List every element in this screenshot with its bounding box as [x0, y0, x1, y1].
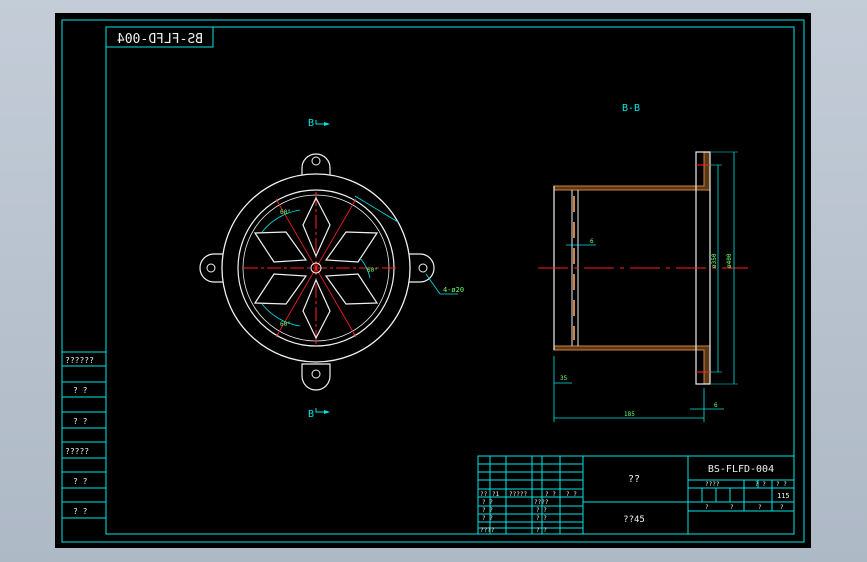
tb-cell: ? ?: [482, 507, 493, 514]
side-table-label: ? ?: [73, 477, 88, 486]
tb-cell: ?1: [492, 491, 500, 498]
section-title: B-B: [622, 103, 640, 114]
title-right-bottom: ?: [730, 504, 734, 511]
side-table-label: ??????: [65, 356, 94, 365]
tb-cell: ? ?: [566, 491, 577, 498]
title-material: ??45: [623, 515, 645, 525]
dim-dia-1: ø350: [711, 253, 718, 268]
drawing-canvas[interactable]: BS-FLFD-004 ?????? ? ? ? ? ????? ? ? ? ?: [0, 0, 867, 562]
side-table-label: ?????: [65, 447, 89, 456]
section-marker-top: B: [308, 118, 314, 129]
tb-cell: ? ?: [536, 527, 547, 534]
tb-cell: ? ?: [536, 507, 547, 514]
angle-label: 60°: [280, 321, 291, 328]
dim-left-bottom: 35: [560, 375, 568, 382]
tb-cell: ?????: [509, 491, 527, 498]
side-table-label: ? ?: [73, 417, 88, 426]
mirrored-code-text: BS-FLFD-004: [117, 32, 203, 47]
title-scale: 115: [777, 492, 790, 500]
dim-right: 6: [714, 402, 718, 409]
dim-dia-2: ø400: [726, 253, 733, 268]
cad-viewport[interactable]: BS-FLFD-004 ?????? ? ? ? ? ????? ? ? ? ?: [0, 0, 867, 562]
hole-note: 4-ø20: [443, 286, 464, 294]
title-right-bottom: ?: [780, 504, 784, 511]
title-right-bottom: ?: [758, 504, 762, 511]
title-drawing-code: BS-FLFD-004: [708, 464, 774, 475]
angle-label: 60°: [280, 209, 291, 216]
title-part-name: ??: [628, 474, 640, 485]
angle-label: 60°: [367, 267, 378, 274]
tb-cell: ? ?: [482, 499, 493, 506]
tb-cell: ????: [480, 527, 495, 534]
section-marker-bottom: B: [308, 409, 314, 420]
dim-total: 185: [624, 411, 635, 418]
side-table-label: ? ?: [73, 507, 88, 516]
tb-cell: ? ?: [536, 515, 547, 522]
tb-cell: ????: [534, 499, 549, 506]
tb-cell: ? ?: [545, 491, 556, 498]
title-right-bottom: ?: [705, 504, 709, 511]
drawing-sheet: [55, 13, 811, 548]
title-right-header: ? ?: [755, 481, 766, 488]
dim-small: 6: [590, 238, 594, 245]
title-right-header: ????: [705, 481, 720, 488]
title-right-header: ? ?: [776, 481, 787, 488]
tb-cell: ? ?: [482, 515, 493, 522]
side-table-label: ? ?: [73, 386, 88, 395]
tb-cell: ??: [480, 491, 488, 498]
